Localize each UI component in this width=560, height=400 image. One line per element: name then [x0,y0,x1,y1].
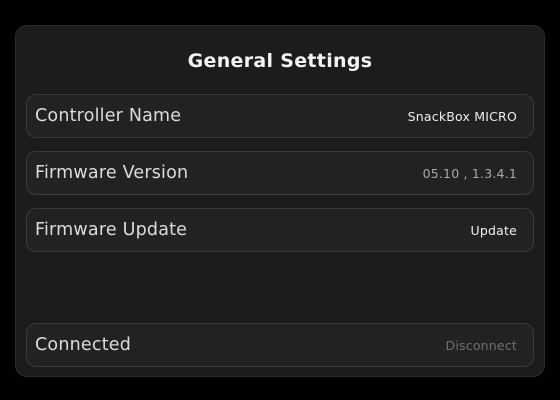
general-settings-panel: General Settings Controller Name SnackBo… [15,25,545,377]
firmware-version-row: Firmware Version 05.10 , 1.3.4.1 [26,151,534,195]
controller-name-label: Controller Name [35,106,182,126]
firmware-version-label: Firmware Version [35,163,189,183]
firmware-update-row: Firmware Update Update [26,208,534,252]
connection-status-label: Connected [35,335,132,355]
firmware-update-label: Firmware Update [35,220,188,240]
controller-name-value: SnackBox MICRO [407,108,517,124]
firmware-version-value: 05.10 , 1.3.4.1 [422,165,517,181]
panel-title: General Settings [187,50,373,72]
disconnect-button[interactable]: Disconnect [446,338,517,353]
update-button[interactable]: Update [471,223,517,238]
controller-name-row: Controller Name SnackBox MICRO [26,94,534,138]
connection-row: Connected Disconnect [26,323,534,367]
